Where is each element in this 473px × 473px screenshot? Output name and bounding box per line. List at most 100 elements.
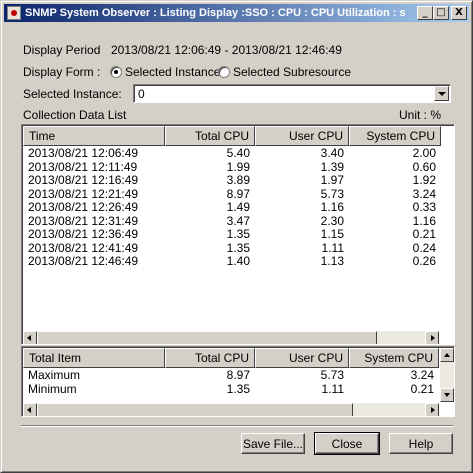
minimize-button[interactable]: _ xyxy=(417,6,433,20)
value-cell: 0.21 xyxy=(410,382,434,396)
column-header-time[interactable]: Time xyxy=(23,126,165,146)
scroll-up-icon[interactable] xyxy=(440,348,454,362)
window-title: SNMP System Observer : Listing Display :… xyxy=(25,7,405,19)
value-cell: 1.99 xyxy=(226,160,250,174)
scroll-left-icon[interactable] xyxy=(23,331,37,344)
value-cell: 8.97 xyxy=(226,369,250,382)
radio-selected-instance-label[interactable]: Selected Instance xyxy=(125,65,220,79)
row-label-cell: 2013/08/21 12:26:49 xyxy=(28,201,139,214)
selected-instance-value: 0 xyxy=(138,87,145,101)
value-cell: 1.40 xyxy=(226,255,250,268)
display-form-label: Display Form : xyxy=(23,65,101,79)
chevron-down-icon[interactable] xyxy=(434,86,449,101)
horizontal-scrollbar[interactable] xyxy=(23,331,439,344)
row-label-cell: 2013/08/21 12:31:49 xyxy=(28,214,139,228)
table-row[interactable]: 2013/08/21 12:26:49 1.49 1.16 0.33 xyxy=(23,201,441,215)
column-header-user-cpu[interactable]: User CPU xyxy=(255,348,349,368)
value-cell: 2.00 xyxy=(412,147,436,160)
listing-display-window: SNMP System Observer : Listing Display :… xyxy=(0,0,473,473)
selected-instance-dropdown[interactable]: 0 xyxy=(133,84,451,103)
value-cell: 0.60 xyxy=(412,160,436,174)
summary-horizontal-scrollbar[interactable] xyxy=(23,403,439,416)
value-cell: 1.35 xyxy=(226,241,250,255)
value-cell: 2.30 xyxy=(320,214,344,228)
row-label-cell: 2013/08/21 12:36:49 xyxy=(28,228,139,241)
close-window-button[interactable]: X xyxy=(451,6,467,20)
help-button[interactable]: Help xyxy=(389,433,453,454)
app-icon xyxy=(7,6,21,20)
table-row[interactable]: 2013/08/21 12:36:49 1.35 1.15 0.21 xyxy=(23,228,441,242)
radio-selected-subresource[interactable] xyxy=(218,66,230,78)
scroll-right-icon[interactable] xyxy=(425,331,439,344)
row-label-cell: Minimum xyxy=(28,382,77,396)
value-cell: 3.47 xyxy=(226,214,250,228)
row-label-cell: Maximum xyxy=(28,369,81,382)
value-cell: 3.40 xyxy=(320,147,344,160)
row-label-cell: 2013/08/21 12:06:49 xyxy=(28,147,139,160)
table-header: Time Total CPU User CPU System CPU xyxy=(23,126,441,146)
title-bar[interactable]: SNMP System Observer : Listing Display :… xyxy=(4,4,469,22)
scroll-right-icon[interactable] xyxy=(425,403,439,416)
scroll-down-icon[interactable] xyxy=(440,388,454,402)
maximize-button[interactable]: □ xyxy=(433,6,449,20)
row-label-cell: 2013/08/21 12:21:49 xyxy=(28,187,139,201)
table-row[interactable]: 2013/08/21 12:46:49 1.40 1.13 0.26 xyxy=(23,255,441,269)
value-cell: 1.15 xyxy=(320,228,344,241)
selected-instance-label: Selected Instance: xyxy=(23,87,122,101)
value-cell: 8.97 xyxy=(226,187,250,201)
value-cell: 1.49 xyxy=(226,201,250,214)
value-cell: 1.11 xyxy=(321,382,344,396)
scroll-thumb[interactable] xyxy=(37,403,353,416)
row-label-cell: 2013/08/21 12:11:49 xyxy=(28,160,138,174)
value-cell: 0.33 xyxy=(412,201,436,214)
value-cell: 1.16 xyxy=(320,201,344,214)
value-cell: 0.24 xyxy=(412,241,436,255)
value-cell: 1.35 xyxy=(226,228,250,241)
column-header-user-cpu[interactable]: User CPU xyxy=(255,126,349,146)
value-cell: 5.40 xyxy=(226,147,250,160)
table-row[interactable]: 2013/08/21 12:21:49 8.97 5.73 3.24 xyxy=(23,188,441,202)
collection-data-table: Time Total CPU User CPU System CPU 2013/… xyxy=(21,124,455,345)
radio-selected-instance[interactable] xyxy=(110,66,122,78)
scroll-left-icon[interactable] xyxy=(23,403,37,416)
table-row[interactable]: 2013/08/21 12:11:49 1.99 1.39 0.60 xyxy=(23,161,441,175)
value-cell: 1.13 xyxy=(320,255,344,268)
summary-vertical-scrollbar[interactable] xyxy=(440,348,454,402)
table-row[interactable]: 2013/08/21 12:41:49 1.35 1.11 0.24 xyxy=(23,242,441,256)
value-cell: 0.21 xyxy=(412,228,436,241)
value-cell: 5.73 xyxy=(320,187,344,201)
table-row[interactable]: Minimum 1.35 1.11 0.21 xyxy=(23,383,439,397)
column-header-total-cpu[interactable]: Total CPU xyxy=(165,348,255,368)
close-button[interactable]: Close xyxy=(314,432,380,455)
value-cell: 1.16 xyxy=(412,214,436,228)
table-row[interactable]: 2013/08/21 12:16:49 3.89 1.97 1.92 xyxy=(23,174,441,188)
value-cell: 3.24 xyxy=(412,187,436,201)
table-row[interactable]: 2013/08/21 12:06:49 5.40 3.40 2.00 xyxy=(23,147,441,161)
row-label-cell: 2013/08/21 12:41:49 xyxy=(28,241,139,255)
value-cell: 5.73 xyxy=(320,369,344,382)
value-cell: 0.26 xyxy=(412,255,436,268)
radio-selected-subresource-label[interactable]: Selected Subresource xyxy=(233,65,351,79)
unit-label: Unit : % xyxy=(399,108,442,122)
value-cell: 1.35 xyxy=(226,382,250,396)
save-file-button[interactable]: Save File... xyxy=(241,433,305,454)
scroll-thumb[interactable] xyxy=(37,331,377,344)
value-cell: 1.92 xyxy=(412,174,436,187)
window-controls: _ □ X xyxy=(417,6,467,20)
column-header-total-cpu[interactable]: Total CPU xyxy=(165,126,255,146)
column-header-system-cpu[interactable]: System CPU xyxy=(349,348,439,368)
row-label-cell: 2013/08/21 12:16:49 xyxy=(28,174,139,187)
column-header-system-cpu[interactable]: System CPU xyxy=(349,126,441,146)
value-cell: 3.24 xyxy=(410,369,434,382)
column-header-total-item[interactable]: Total Item xyxy=(23,348,165,368)
display-period-label: Display Period xyxy=(23,43,101,57)
collection-data-list-label: Collection Data List xyxy=(23,108,127,122)
display-period-value: 2013/08/21 12:06:49 - 2013/08/21 12:46:4… xyxy=(111,43,342,57)
summary-body: Maximum 8.97 5.73 3.24 Minimum 1.35 1.11 0.21 xyxy=(23,369,439,396)
value-cell: 3.89 xyxy=(226,174,250,187)
summary-header: Total Item Total CPU User CPU System CPU xyxy=(23,348,439,368)
table-row[interactable]: 2013/08/21 12:31:49 3.47 2.30 1.16 xyxy=(23,215,441,229)
table-body: 2013/08/21 12:06:49 5.40 3.40 2.00 2013/08/2… xyxy=(23,147,441,269)
separator xyxy=(21,425,453,427)
table-row[interactable]: Maximum 8.97 5.73 3.24 xyxy=(23,369,439,383)
